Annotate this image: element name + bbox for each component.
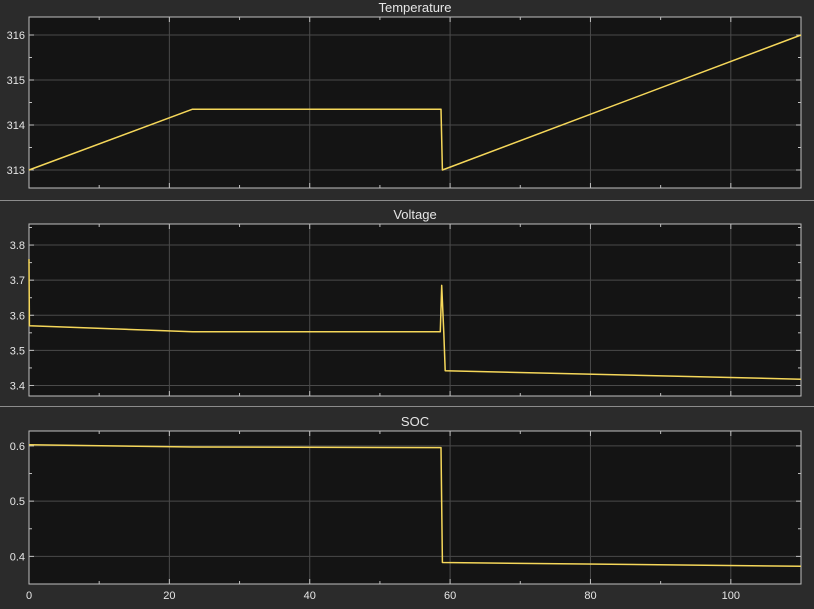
y-tick-label: 0.5 [10, 496, 25, 508]
y-tick-label: 0.4 [10, 551, 25, 563]
y-tick-label: 0.6 [10, 441, 25, 453]
plot-area [29, 17, 801, 188]
x-tick-label: 20 [163, 590, 175, 602]
y-tick-label: 316 [7, 30, 25, 42]
panel-separator [0, 200, 814, 201]
plot-area [29, 431, 801, 584]
scope-figure: Temperature 313 314 315 316 Voltage 3.4 3.5 3.6 3… [7, 0, 802, 602]
panel-temperature: Temperature 313 314 315 316 [7, 0, 802, 189]
y-tick-label: 313 [7, 165, 25, 177]
panel-title: Voltage [393, 207, 436, 222]
panel-separator [0, 406, 814, 407]
y-tick-label: 3.5 [10, 345, 25, 357]
y-tick-label: 315 [7, 75, 25, 87]
panel-title: SOC [401, 414, 429, 429]
plot-area [29, 224, 801, 396]
y-tick-label: 314 [7, 120, 25, 132]
x-tick-label: 60 [444, 590, 456, 602]
y-tick-label: 3.4 [10, 380, 25, 392]
y-tick-label: 3.7 [10, 275, 25, 287]
x-tick-label: 0 [26, 590, 32, 602]
panel-soc: SOC 0.4 0.5 0.6 0 20 40 60 80 100 [10, 414, 802, 602]
x-tick-label: 40 [304, 590, 316, 602]
x-tick-label: 80 [584, 590, 596, 602]
panel-title: Temperature [379, 0, 452, 15]
x-tick-label: 100 [722, 590, 740, 602]
y-tick-label: 3.8 [10, 240, 25, 252]
panel-voltage: Voltage 3.4 3.5 3.6 3.7 3.8 [10, 207, 802, 397]
y-tick-label: 3.6 [10, 310, 25, 322]
